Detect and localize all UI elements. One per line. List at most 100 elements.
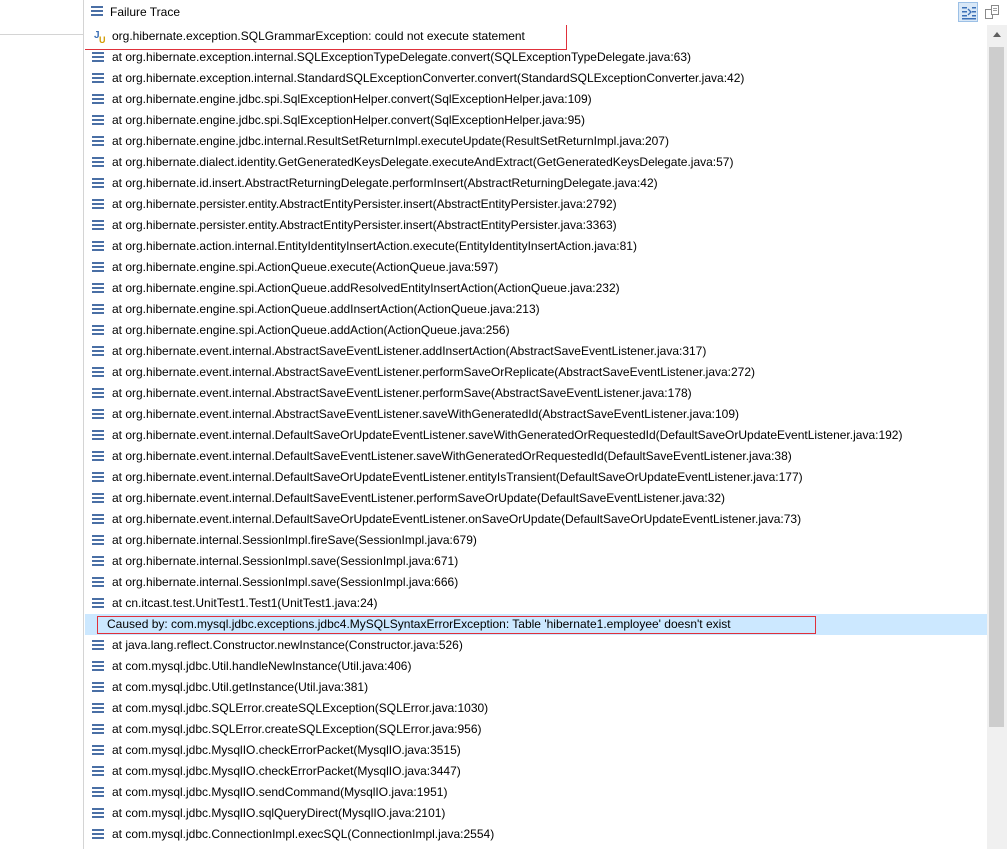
- stack-frame-icon: [92, 829, 104, 840]
- stack-frame-icon: [92, 388, 104, 399]
- junit-failure-icon: JU: [94, 30, 106, 44]
- compare-result-icon: [985, 5, 999, 19]
- stack-frame-icon: [92, 262, 104, 273]
- stack-frame-row-text: at org.hibernate.event.internal.Abstract…: [112, 386, 692, 400]
- stack-frame-icon: [92, 556, 104, 567]
- stack-frame-row-text: at org.hibernate.internal.SessionImpl.sa…: [112, 575, 459, 589]
- stack-frame-icon: [92, 472, 104, 483]
- stack-frame-row[interactable]: at org.hibernate.engine.jdbc.spi.SqlExce…: [85, 89, 987, 110]
- vertical-scrollbar[interactable]: [987, 25, 1007, 849]
- caused-by-row[interactable]: Caused by: com.mysql.jdbc.exceptions.jdb…: [85, 614, 987, 635]
- stack-frame-row-text: at org.hibernate.id.insert.AbstractRetur…: [112, 176, 658, 190]
- stack-frame-row[interactable]: at org.hibernate.event.internal.Abstract…: [85, 341, 987, 362]
- stack-frame-icon: [92, 409, 104, 420]
- stack-frame-row-text: at org.hibernate.event.internal.Abstract…: [112, 344, 707, 358]
- stack-frame-row[interactable]: at org.hibernate.dialect.identity.GetGen…: [85, 152, 987, 173]
- stack-frame-row[interactable]: at org.hibernate.event.internal.DefaultS…: [85, 509, 987, 530]
- stack-frame-row-text: at org.hibernate.event.internal.Abstract…: [112, 407, 740, 421]
- left-pane-top-strip: [0, 0, 83, 35]
- stack-frame-row-text: at org.hibernate.engine.jdbc.internal.Re…: [112, 134, 669, 148]
- stack-frame-row[interactable]: at org.hibernate.engine.spi.ActionQueue.…: [85, 320, 987, 341]
- stack-frame-row[interactable]: at org.hibernate.event.internal.DefaultS…: [85, 446, 987, 467]
- stack-frame-row-text: at org.hibernate.engine.jdbc.spi.SqlExce…: [112, 92, 592, 106]
- stack-frame-row[interactable]: at cn.itcast.test.UnitTest1.Test1(UnitTe…: [85, 593, 987, 614]
- stack-frame-icon: [92, 220, 104, 231]
- stack-frame-row[interactable]: at org.hibernate.exception.internal.Stan…: [85, 68, 987, 89]
- stack-frame-icon: [92, 241, 104, 252]
- exception-row-text: org.hibernate.exception.SQLGrammarExcept…: [112, 29, 525, 43]
- stack-frame-icon: [92, 640, 104, 651]
- stack-frame-row-text: at org.hibernate.action.internal.EntityI…: [112, 239, 637, 253]
- stack-frame-row[interactable]: at org.hibernate.id.insert.AbstractRetur…: [85, 173, 987, 194]
- stack-frame-row[interactable]: at com.mysql.jdbc.Util.getInstance(Util.…: [85, 677, 987, 698]
- stack-frame-row-text: at org.hibernate.engine.spi.ActionQueue.…: [112, 323, 510, 337]
- stack-frame-row-text: at com.mysql.jdbc.SQLError.createSQLExce…: [112, 701, 489, 715]
- stack-frame-row[interactable]: at org.hibernate.persister.entity.Abstra…: [85, 215, 987, 236]
- stack-frame-row[interactable]: at org.hibernate.event.internal.DefaultS…: [85, 425, 987, 446]
- stack-frame-row[interactable]: at org.hibernate.engine.jdbc.spi.SqlExce…: [85, 110, 987, 131]
- stack-frame-row-text: at org.hibernate.engine.spi.ActionQueue.…: [112, 281, 620, 295]
- stack-frame-row[interactable]: at org.hibernate.action.internal.EntityI…: [85, 236, 987, 257]
- stack-frame-row[interactable]: at org.hibernate.engine.spi.ActionQueue.…: [85, 299, 987, 320]
- stack-frame-icon: [92, 808, 104, 819]
- stack-frame-row[interactable]: at org.hibernate.event.internal.DefaultS…: [85, 467, 987, 488]
- stack-frame-row[interactable]: at com.mysql.jdbc.SQLError.createSQLExce…: [85, 698, 987, 719]
- stack-frame-row[interactable]: at com.mysql.jdbc.MysqlIO.sqlQueryDirect…: [85, 803, 987, 824]
- stack-frame-row[interactable]: at org.hibernate.engine.spi.ActionQueue.…: [85, 257, 987, 278]
- stack-frame-icon: [92, 73, 104, 84]
- failure-trace-list[interactable]: J U org.hibernate.exception.SQLGrammarExce…: [85, 25, 987, 849]
- stack-trace-icon: [91, 6, 103, 16]
- stack-frame-row[interactable]: at com.mysql.jdbc.MysqlIO.checkErrorPack…: [85, 761, 987, 782]
- caused-by-row-text: Caused by: com.mysql.jdbc.exceptions.jdb…: [107, 617, 731, 631]
- compare-result-button[interactable]: [982, 2, 1002, 22]
- stack-frame-row-text: at org.hibernate.exception.internal.SQLE…: [112, 50, 692, 64]
- stack-frame-row-text: at org.hibernate.persister.entity.Abstra…: [112, 197, 617, 211]
- stack-frame-row-text: at org.hibernate.event.internal.DefaultS…: [112, 428, 903, 442]
- stack-frame-icon: [92, 766, 104, 777]
- stack-frame-icon: [92, 94, 104, 105]
- stack-frame-row-text: at org.hibernate.exception.internal.Stan…: [112, 71, 745, 85]
- stack-frame-row[interactable]: at org.hibernate.internal.SessionImpl.sa…: [85, 572, 987, 593]
- stack-frame-icon: [92, 199, 104, 210]
- stack-frame-row[interactable]: at org.hibernate.internal.SessionImpl.fi…: [85, 530, 987, 551]
- stack-frame-row-text: at com.mysql.jdbc.ConnectionImpl.execSQL…: [112, 827, 495, 841]
- stack-frame-icon: [92, 598, 104, 609]
- stack-frame-icon: [92, 451, 104, 462]
- stack-frame-row[interactable]: at org.hibernate.engine.jdbc.internal.Re…: [85, 131, 987, 152]
- stack-frame-row[interactable]: at org.hibernate.persister.entity.Abstra…: [85, 194, 987, 215]
- scroll-up-arrow-icon[interactable]: [993, 32, 1001, 37]
- stack-frame-row-text: at com.mysql.jdbc.MysqlIO.checkErrorPack…: [112, 743, 461, 757]
- stack-frame-icon: [92, 178, 104, 189]
- filter-stack-trace-icon: [962, 7, 976, 20]
- stack-frame-row[interactable]: at com.mysql.jdbc.Util.handleNewInstance…: [85, 656, 987, 677]
- stack-frame-row[interactable]: at com.mysql.jdbc.SQLError.createSQLExce…: [85, 719, 987, 740]
- stack-frame-row-text: at org.hibernate.event.internal.Abstract…: [112, 365, 756, 379]
- stack-frame-row[interactable]: at org.hibernate.event.internal.DefaultS…: [85, 488, 987, 509]
- stack-frame-row-text: at org.hibernate.event.internal.DefaultS…: [112, 512, 802, 526]
- stack-frame-icon: [92, 577, 104, 588]
- stack-frame-row-text: at org.hibernate.engine.jdbc.spi.SqlExce…: [112, 113, 585, 127]
- stack-frame-icon: [92, 115, 104, 126]
- stack-frame-icon: [92, 682, 104, 693]
- left-pane: [0, 0, 84, 849]
- scrollbar-thumb[interactable]: [989, 47, 1004, 727]
- stack-frame-row[interactable]: at org.hibernate.exception.internal.SQLE…: [85, 47, 987, 68]
- stack-frame-row-text: at cn.itcast.test.UnitTest1.Test1(UnitTe…: [112, 596, 378, 610]
- stack-frame-row-text: at org.hibernate.event.internal.DefaultS…: [112, 470, 803, 484]
- exception-row[interactable]: J U org.hibernate.exception.SQLGrammarExce…: [85, 26, 987, 47]
- stack-frame-row[interactable]: at org.hibernate.event.internal.Abstract…: [85, 362, 987, 383]
- stack-frame-icon: [92, 157, 104, 168]
- stack-frame-row[interactable]: at com.mysql.jdbc.ConnectionImpl.execSQL…: [85, 824, 987, 845]
- stack-frame-row[interactable]: at com.mysql.jdbc.MysqlIO.checkErrorPack…: [85, 740, 987, 761]
- stack-frame-row-text: at com.mysql.jdbc.MysqlIO.sqlQueryDirect…: [112, 806, 446, 820]
- stack-frame-row[interactable]: at org.hibernate.event.internal.Abstract…: [85, 383, 987, 404]
- stack-frame-row-text: at com.mysql.jdbc.SQLError.createSQLExce…: [112, 722, 482, 736]
- stack-frame-icon: [92, 136, 104, 147]
- stack-frame-row[interactable]: at com.mysql.jdbc.MysqlIO.sendCommand(My…: [85, 782, 987, 803]
- stack-frame-row[interactable]: at org.hibernate.event.internal.Abstract…: [85, 404, 987, 425]
- stack-frame-row[interactable]: at org.hibernate.engine.spi.ActionQueue.…: [85, 278, 987, 299]
- filter-stack-trace-button[interactable]: [958, 2, 978, 22]
- stack-frame-row[interactable]: at java.lang.reflect.Constructor.newInst…: [85, 635, 987, 656]
- stack-frame-row-text: at com.mysql.jdbc.MysqlIO.checkErrorPack…: [112, 764, 461, 778]
- stack-frame-row[interactable]: at org.hibernate.internal.SessionImpl.sa…: [85, 551, 987, 572]
